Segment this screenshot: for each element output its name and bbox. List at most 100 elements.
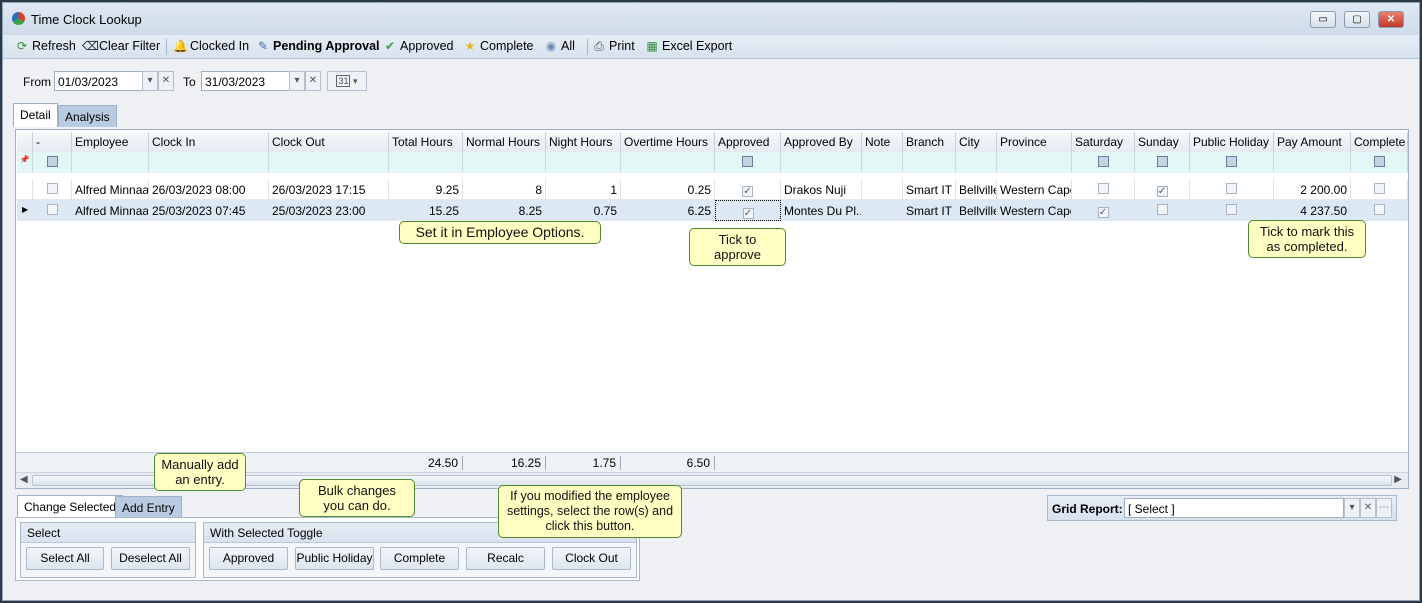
column-header-[interactable]: -: [33, 132, 72, 152]
filter-cell[interactable]: [269, 152, 389, 173]
cell-normal[interactable]: 8.25: [463, 200, 546, 221]
cell-employee[interactable]: Alfred Minnaar: [72, 179, 149, 200]
select-all-button[interactable]: Select All: [26, 547, 104, 570]
filter-cell[interactable]: [1190, 152, 1274, 173]
filter-cell[interactable]: [389, 152, 463, 173]
scroll-right-icon[interactable]: ▶: [1394, 474, 1402, 485]
column-header-sunday[interactable]: Sunday: [1135, 132, 1190, 152]
cell-approved-by[interactable]: Drakos Nuji: [781, 179, 862, 200]
filter-checkbox[interactable]: [46, 156, 58, 167]
from-dropdown-button[interactable]: ▾: [142, 71, 158, 91]
column-header-complete[interactable]: Complete: [1351, 132, 1408, 152]
filter-cell[interactable]: [149, 152, 269, 173]
cell-approved[interactable]: ✓: [715, 179, 781, 200]
public_holiday-checkbox[interactable]: [1226, 183, 1237, 194]
row-indicator[interactable]: ▶: [17, 200, 33, 221]
cell-clock-in[interactable]: 25/03/2023 07:45: [149, 200, 269, 221]
filter-cell[interactable]: [1274, 152, 1351, 173]
cell-branch[interactable]: Smart IT: [903, 179, 956, 200]
column-header-clock-in[interactable]: Clock In: [149, 132, 269, 152]
filter-cell[interactable]: [956, 152, 997, 173]
cell-night[interactable]: 1: [546, 179, 621, 200]
cell-city[interactable]: Bellville: [956, 200, 997, 221]
column-header-employee[interactable]: Employee: [72, 132, 149, 152]
cell-overtime[interactable]: 0.25: [621, 179, 715, 200]
cell-sunday[interactable]: [1135, 200, 1190, 221]
to-dropdown-button[interactable]: ▾: [289, 71, 305, 91]
cell-clock-out[interactable]: 25/03/2023 23:00: [269, 200, 389, 221]
filter-cell[interactable]: [903, 152, 956, 173]
filter-checkbox[interactable]: [1373, 156, 1385, 167]
filter-cell[interactable]: [621, 152, 715, 173]
complete-checkbox[interactable]: [1373, 183, 1385, 194]
column-header-clock-out[interactable]: Clock Out: [269, 132, 389, 152]
cell-overtime[interactable]: 6.25: [621, 200, 715, 221]
cell-night[interactable]: 0.75: [546, 200, 621, 221]
toggle-complete-button[interactable]: Complete: [380, 547, 459, 570]
column-header-normal-hours[interactable]: Normal Hours: [463, 132, 546, 152]
cell-approved[interactable]: ✓: [715, 200, 781, 221]
toggle-approved-button[interactable]: Approved: [209, 547, 288, 570]
cell-city[interactable]: Bellville: [956, 179, 997, 200]
cell-province[interactable]: Western Cape: [997, 200, 1072, 221]
tab-analysis[interactable]: Analysis: [58, 105, 117, 127]
cell-note[interactable]: [862, 200, 903, 221]
filter-checkbox[interactable]: [1156, 156, 1168, 167]
cell-saturday[interactable]: [1072, 179, 1135, 200]
tab-change-selected[interactable]: Change Selected: [17, 495, 124, 519]
close-button[interactable]: ✕: [1378, 11, 1404, 28]
column-header-pay-amount[interactable]: Pay Amount: [1274, 132, 1351, 152]
approved-checkbox[interactable]: ✓: [742, 186, 753, 197]
from-clear-button[interactable]: ✕: [158, 71, 174, 91]
column-header-province[interactable]: Province: [997, 132, 1072, 152]
cell-select[interactable]: [33, 200, 72, 221]
deselect-all-button[interactable]: Deselect All: [111, 547, 190, 570]
filter-cell[interactable]: [72, 152, 149, 173]
cell-pay[interactable]: 2 200.00: [1274, 179, 1351, 200]
cell-sunday[interactable]: ✓: [1135, 179, 1190, 200]
column-header-public-holiday[interactable]: Public Holiday: [1190, 132, 1274, 152]
filter-cell[interactable]: [546, 152, 621, 173]
filter-cell[interactable]: [1135, 152, 1190, 173]
row-indicator[interactable]: [17, 179, 33, 200]
cell-province[interactable]: Western Cape: [997, 179, 1072, 200]
toggle-public-holiday-button[interactable]: Public Holiday: [295, 547, 374, 570]
cell-approved-by[interactable]: Montes Du Pl...: [781, 200, 862, 221]
tab-detail[interactable]: Detail: [13, 103, 58, 127]
column-header-night-hours[interactable]: Night Hours: [546, 132, 621, 152]
toolbar-all-button[interactable]: ◉ All: [544, 39, 575, 53]
to-date-input[interactable]: 31/03/2023: [201, 71, 291, 91]
grid-report-more-button[interactable]: ⋯: [1376, 498, 1392, 518]
scroll-left-icon[interactable]: ◀: [20, 474, 28, 485]
cell-complete[interactable]: [1351, 200, 1408, 221]
cell-select[interactable]: [33, 179, 72, 200]
toolbar-complete-button[interactable]: ★ Complete: [463, 39, 534, 53]
toolbar-print-button[interactable]: ⎙ Print: [592, 39, 635, 53]
filter-cell[interactable]: [33, 152, 72, 173]
cell-employee[interactable]: Alfred Minnaar: [72, 200, 149, 221]
grid-report-dropdown-button[interactable]: ▾: [1344, 498, 1360, 518]
toolbar-approved-button[interactable]: ✔ Approved: [383, 39, 454, 53]
toolbar-excel-export-button[interactable]: ▦ Excel Export: [645, 39, 732, 53]
grid-report-select[interactable]: [ Select ]: [1124, 498, 1344, 518]
column-header-approved-by[interactable]: Approved By: [781, 132, 862, 152]
column-header-approved[interactable]: Approved: [715, 132, 781, 152]
column-header-note[interactable]: Note: [862, 132, 903, 152]
toolbar-refresh-button[interactable]: ⟳ Refresh: [15, 39, 76, 53]
maximize-button[interactable]: ▢: [1344, 11, 1370, 28]
toolbar-clocked-in-button[interactable]: 🔔 Clocked In: [173, 39, 249, 53]
cell-clock-in[interactable]: 26/03/2023 08:00: [149, 179, 269, 200]
filter-checkbox[interactable]: [1226, 156, 1237, 167]
filter-cell[interactable]: [997, 152, 1072, 173]
saturday-checkbox[interactable]: ✓: [1097, 207, 1109, 218]
tab-add-entry[interactable]: Add Entry: [115, 496, 182, 518]
cell-clock-out[interactable]: 26/03/2023 17:15: [269, 179, 389, 200]
filter-cell[interactable]: [463, 152, 546, 173]
minimize-button[interactable]: ▭: [1310, 11, 1336, 28]
filter-cell[interactable]: [1351, 152, 1408, 173]
to-clear-button[interactable]: ✕: [305, 71, 321, 91]
column-header-saturday[interactable]: Saturday: [1072, 132, 1135, 152]
saturday-checkbox[interactable]: [1097, 183, 1109, 194]
toggle-clock-out-button[interactable]: Clock Out: [552, 547, 631, 570]
approved-checkbox[interactable]: ✓: [742, 208, 754, 219]
